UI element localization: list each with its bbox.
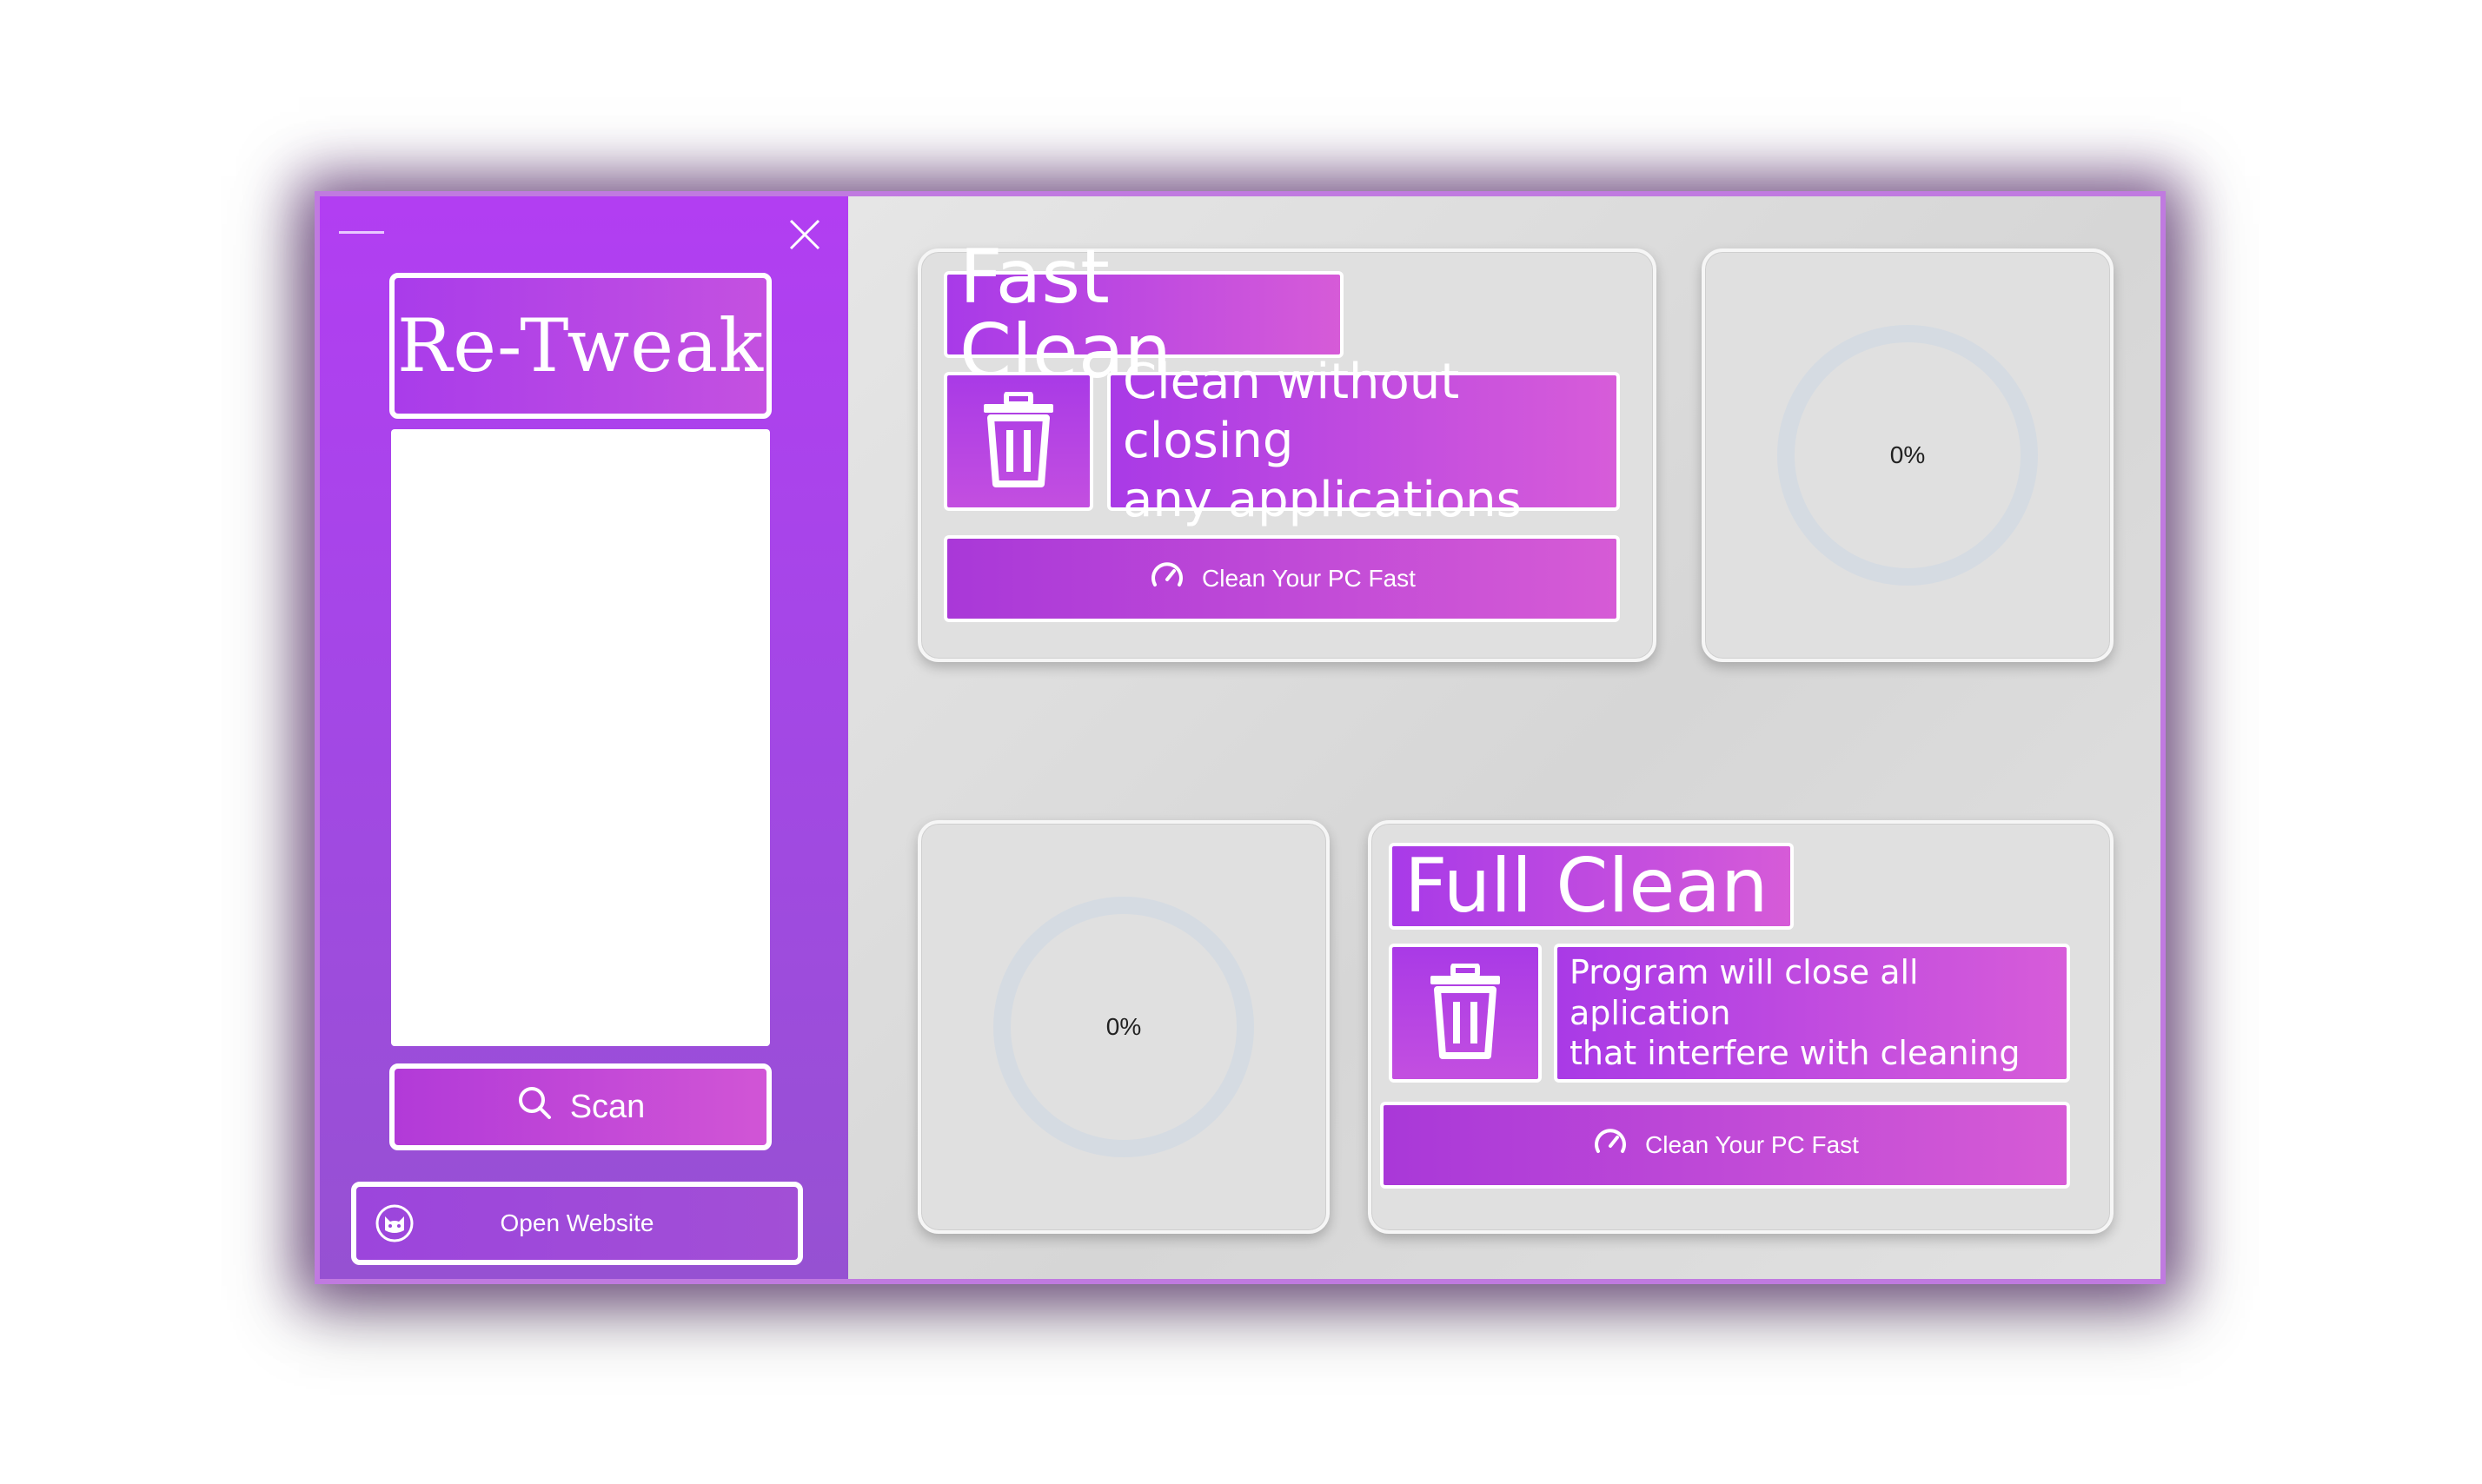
fast-clean-button[interactable]: Clean Your PC Fast (944, 535, 1620, 622)
app-logo-title: Re-Tweak (389, 273, 772, 419)
scan-results-panel (391, 429, 770, 1046)
trash-icon-box (944, 372, 1093, 511)
app-window: Re-Tweak Scan Open Website Fast Clean Cl… (315, 191, 2166, 1284)
full-clean-button-label: Clean Your PC Fast (1645, 1131, 1859, 1158)
speedometer-icon (1148, 557, 1186, 601)
close-icon[interactable] (786, 215, 824, 254)
fast-clean-description: Clean without closing any applications (1107, 354, 1620, 528)
full-clean-title-text: Full Clean (1404, 843, 1769, 930)
full-clean-desc-line2: that interfere with cleaning (1570, 1034, 2021, 1073)
cat-icon (375, 1204, 414, 1242)
full-clean-card: Full Clean Program will close all aplica… (1368, 820, 2114, 1234)
trash-icon (977, 391, 1060, 491)
speedometer-icon (1591, 1123, 1629, 1168)
full-clean-progress-card: 0% (918, 820, 1330, 1234)
fast-clean-progress-card: 0% (1702, 248, 2114, 662)
fast-clean-button-label: Clean Your PC Fast (1202, 565, 1416, 592)
full-clean-button[interactable]: Clean Your PC Fast (1380, 1102, 2070, 1189)
scan-button[interactable]: Scan (389, 1063, 772, 1150)
search-icon (516, 1084, 553, 1130)
trash-icon-box (1389, 944, 1542, 1083)
main-panel: Fast Clean Clean without closing any app… (848, 196, 2160, 1279)
open-website-button[interactable]: Open Website (351, 1182, 803, 1265)
scan-button-label: Scan (569, 1088, 646, 1125)
fast-clean-progress-ring: 0% (1777, 325, 2038, 586)
full-clean-desc-line1: Program will close all aplication (1570, 953, 1919, 1032)
sidebar: Re-Tweak Scan Open Website (320, 196, 848, 1279)
open-website-label: Open Website (500, 1209, 654, 1236)
fast-clean-title: Fast Clean (944, 240, 1344, 389)
fast-clean-desc-line2: any applications (1123, 472, 1522, 529)
full-clean-description: Program will close all aplication that i… (1554, 944, 2070, 1083)
full-clean-progress-value: 0% (1105, 1013, 1142, 1040)
app-title: Re-Tweak (397, 303, 764, 388)
fast-clean-desc-line1: Clean without closing (1123, 353, 1460, 469)
fast-clean-progress-value: 0% (1889, 441, 1926, 468)
full-clean-progress-ring: 0% (993, 897, 1254, 1157)
fast-clean-card: Fast Clean Clean without closing any app… (918, 240, 1656, 662)
trash-icon (1424, 963, 1507, 1063)
full-clean-title: Full Clean (1389, 843, 1794, 930)
minimize-icon[interactable] (339, 231, 384, 234)
